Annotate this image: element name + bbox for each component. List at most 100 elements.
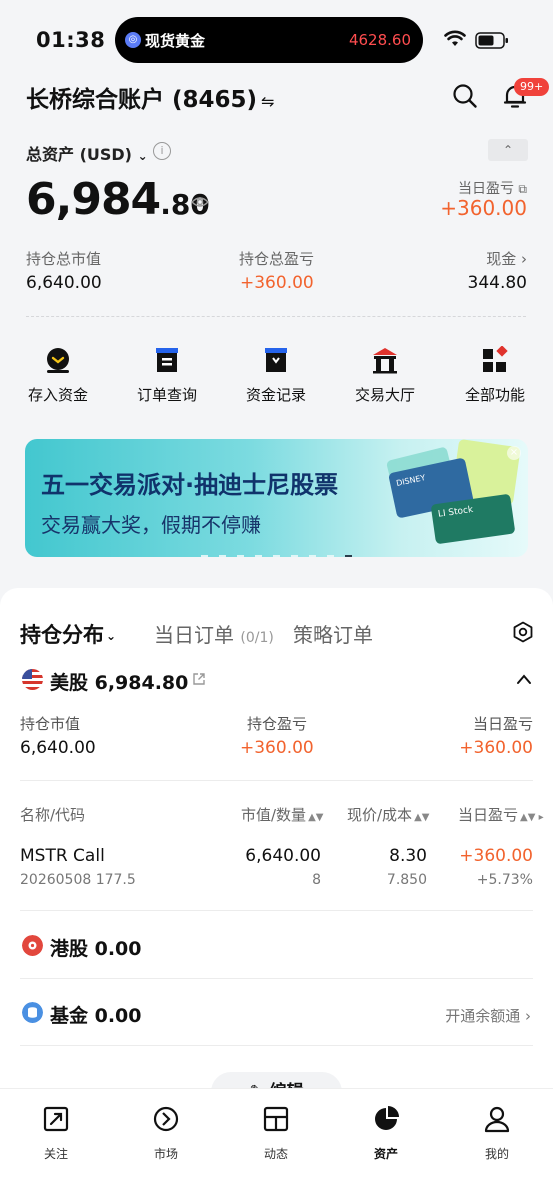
collapse-button[interactable]: ⌃	[488, 139, 528, 161]
banner-subtitle: 交易赢大奖，假期不停赚	[41, 513, 261, 537]
page-dot	[219, 555, 226, 557]
page-dot	[327, 555, 334, 557]
us-flag-icon	[22, 669, 43, 690]
page-dot	[255, 555, 262, 557]
us-day-pl: +360.00	[459, 738, 533, 758]
cash-value: 344.80	[467, 273, 527, 293]
divider	[20, 910, 533, 911]
us-stocks-title[interactable]: 美股 6,984.80	[50, 668, 188, 695]
battery-icon	[475, 32, 508, 49]
total-pl-label: 持仓总盈亏	[239, 250, 315, 268]
external-link-icon: ⧉	[518, 182, 527, 196]
column-value-label: 市值/数量	[241, 806, 307, 824]
total-assets-value: 6,984.80	[26, 174, 210, 225]
action-records[interactable]: 资金记录	[231, 346, 321, 405]
info-icon[interactable]: i	[153, 142, 171, 160]
search-icon[interactable]	[452, 83, 478, 109]
account-name: 长桥综合账户 (8465)	[26, 87, 258, 113]
hk-stocks-title[interactable]: 港股 0.00	[50, 934, 142, 961]
wifi-icon	[444, 30, 466, 46]
divider	[20, 1045, 533, 1046]
eye-icon[interactable]	[191, 195, 209, 209]
nav-label: 资产	[373, 1147, 398, 1161]
nav-feed[interactable]: 动态	[236, 1105, 316, 1162]
hall-icon	[373, 348, 397, 374]
ticker-name: 现货黄金	[145, 32, 206, 50]
action-label: 全部功能	[464, 386, 525, 404]
settings-icon[interactable]	[512, 621, 534, 643]
nav-profile[interactable]: 我的	[457, 1105, 537, 1162]
day-pl-value: +360.00	[440, 196, 527, 220]
banner-pagination	[201, 543, 363, 557]
feed-icon	[263, 1106, 289, 1132]
action-all-features[interactable]: 全部功能	[450, 345, 540, 405]
page-dot	[273, 555, 280, 557]
tab-orders-label: 当日订单	[154, 623, 234, 647]
sort-icon: ▲▼ ▸	[520, 812, 544, 823]
column-name: 名称/代码	[20, 806, 86, 824]
total-assets-label-text: 总资产 (USD)	[26, 145, 132, 164]
tab-today-orders[interactable]: 当日订单 (0/1)	[154, 619, 274, 648]
action-orders[interactable]: 订单查询	[122, 346, 212, 405]
position-code: 20260508 177.5	[20, 872, 136, 888]
tab-strategy-orders[interactable]: 策略订单	[293, 619, 373, 648]
day-pl-label[interactable]: 当日盈亏 ⧉	[458, 178, 527, 198]
nav-watchlist[interactable]: 关注	[16, 1105, 96, 1162]
action-label: 订单查询	[136, 386, 197, 404]
position-qty: 8	[312, 872, 321, 888]
column-value-sort[interactable]: 市值/数量 ▲▼	[241, 804, 323, 825]
assets-icon	[375, 1106, 399, 1130]
page-dot	[237, 555, 244, 557]
us-pl: +360.00	[240, 738, 314, 758]
action-label: 交易大厅	[354, 386, 415, 404]
action-label: 资金记录	[245, 386, 306, 404]
dynamic-island-ticker[interactable]: ◎ 现货黄金 4628.60	[115, 17, 423, 63]
watchlist-icon	[43, 1106, 69, 1132]
hk-flag-icon	[22, 935, 43, 956]
divider	[26, 316, 526, 317]
swap-icon: ⇋	[261, 92, 275, 111]
quick-actions: 存入资金 订单查询 资金记录 交易大厅 全部功能	[0, 345, 553, 406]
page-dot	[309, 555, 316, 557]
divider	[20, 780, 533, 781]
action-trading-hall[interactable]: 交易大厅	[340, 346, 430, 405]
column-day-pl-sort[interactable]: 当日盈亏 ▲▼ ▸	[458, 804, 544, 825]
nav-assets[interactable]: 资产	[346, 1105, 426, 1162]
sort-icon: ▲▼	[414, 812, 430, 823]
chevron-down-icon: ⌄	[106, 629, 117, 643]
page-dot	[201, 555, 208, 557]
nav-market[interactable]: 市场	[126, 1105, 206, 1162]
column-day-pl-label: 当日盈亏	[458, 806, 519, 824]
promo-banner[interactable]: 五一交易派对·抽迪士尼股票 交易赢大奖，假期不停赚 DISNEY LI Stoc…	[25, 439, 528, 557]
gold-ticker-icon: ◎	[125, 32, 141, 48]
card-label: DISNEY	[395, 473, 427, 489]
market-value-label: 持仓总市值	[26, 250, 102, 268]
external-link-icon[interactable]	[192, 672, 206, 686]
order-icon	[156, 348, 178, 372]
chevron-down-icon: ⌄	[137, 149, 148, 163]
tab-positions[interactable]: 持仓分布 ⌄	[20, 619, 116, 649]
total-pl: +360.00	[240, 273, 314, 293]
total-assets-label[interactable]: 总资产 (USD) ⌄	[26, 141, 148, 165]
us-market-value-label: 持仓市值	[20, 715, 81, 733]
divider	[20, 978, 533, 979]
page-dot-active	[345, 555, 352, 557]
column-price-sort[interactable]: 现价/成本 ▲▼	[347, 804, 429, 825]
sort-icon: ▲▼	[308, 812, 324, 823]
nav-label: 关注	[43, 1147, 68, 1161]
account-switcher[interactable]: 长桥综合账户 (8465) ⇋	[26, 80, 274, 114]
close-icon[interactable]: ×	[507, 446, 521, 460]
chevron-up-icon[interactable]	[516, 673, 532, 685]
cash-link[interactable]: 现金 ›	[486, 248, 527, 269]
us-market-value: 6,640.00	[20, 738, 96, 758]
page-dot	[291, 555, 298, 557]
nav-label: 动态	[263, 1147, 288, 1161]
open-balance-link[interactable]: 开通余额通 ›	[445, 1005, 531, 1026]
total-int: 6,984	[26, 174, 161, 225]
fund-title[interactable]: 基金 0.00	[50, 1001, 142, 1028]
deposit-icon	[47, 348, 69, 373]
position-value: 6,640.00	[245, 846, 321, 866]
action-deposit[interactable]: 存入资金	[13, 346, 103, 405]
position-name: MSTR Call	[20, 846, 105, 866]
nav-label: 市场	[153, 1147, 178, 1161]
